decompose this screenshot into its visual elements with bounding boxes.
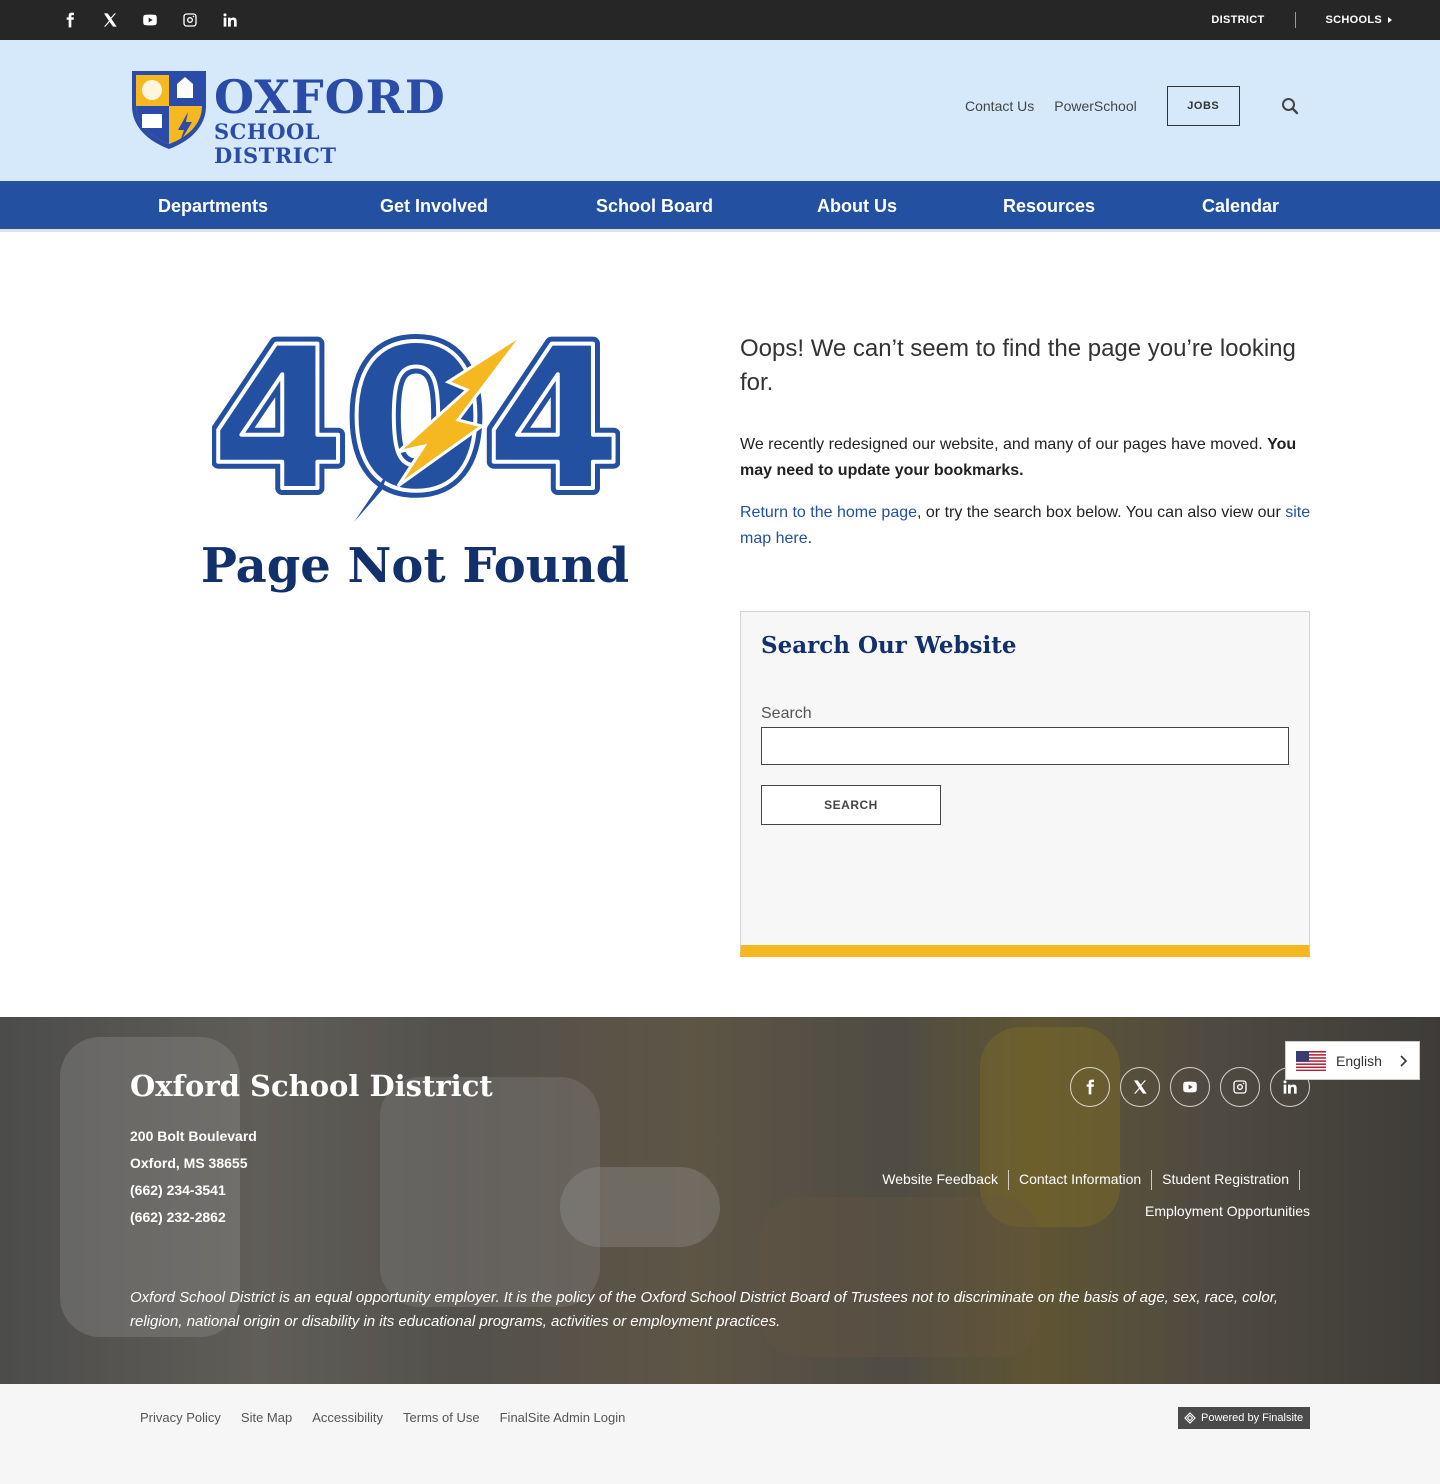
- district-link[interactable]: DISTRICT: [1211, 14, 1264, 26]
- employment-opportunities-link[interactable]: Employment Opportunities: [1145, 1195, 1310, 1227]
- search-label: Search: [761, 705, 812, 722]
- nav-resources[interactable]: Resources: [1003, 181, 1095, 232]
- district-logo[interactable]: OXFORD SCHOOL DISTRICT: [130, 68, 445, 168]
- facebook-icon[interactable]: [58, 8, 82, 32]
- schools-dropdown[interactable]: SCHOOLS: [1325, 14, 1392, 26]
- legal-bar: Privacy Policy Site Map Accessibility Te…: [0, 1384, 1440, 1484]
- x-icon[interactable]: [1120, 1067, 1160, 1107]
- linkedin-icon[interactable]: [218, 8, 242, 32]
- site-footer: Oxford School District 200 Bolt Boulevar…: [0, 1017, 1440, 1384]
- top-links: DISTRICT SCHOOLS: [1211, 0, 1392, 40]
- privacy-policy-link[interactable]: Privacy Policy: [140, 1410, 221, 1425]
- powerschool-link[interactable]: PowerSchool: [1054, 98, 1137, 114]
- footer-links: Website Feedback Contact Information Stude…: [830, 1163, 1310, 1227]
- finalsite-logo-icon: [1184, 1412, 1196, 1424]
- instagram-icon[interactable]: [1220, 1067, 1260, 1107]
- home-page-link[interactable]: Return to the home page: [740, 504, 917, 521]
- logo-wordmark-oxford: OXFORD: [214, 70, 446, 124]
- nav-calendar[interactable]: Calendar: [1202, 181, 1279, 232]
- eoe-disclaimer: Oxford School District is an equal oppor…: [130, 1289, 1279, 1330]
- instagram-icon[interactable]: [178, 8, 202, 32]
- powered-by-finalsite-badge[interactable]: Powered by Finalsite: [1178, 1407, 1310, 1429]
- language-selector[interactable]: English: [1285, 1041, 1420, 1080]
- site-header: OXFORD SCHOOL DISTRICT Contact Us PowerS…: [0, 40, 1440, 181]
- youtube-icon[interactable]: [1170, 1067, 1210, 1107]
- phone-link[interactable]: (662) 234-3541: [130, 1182, 226, 1198]
- contact-us-link[interactable]: Contact Us: [965, 98, 1034, 114]
- header-links: Contact Us PowerSchool JOBS: [965, 86, 1240, 126]
- search-button[interactable]: SEARCH: [761, 785, 941, 825]
- divider: [1299, 1170, 1300, 1191]
- nav-about-us[interactable]: About Us: [817, 181, 897, 232]
- search-title: Search Our Website: [761, 632, 1017, 659]
- us-flag-icon: [1296, 1050, 1326, 1071]
- accessibility-link[interactable]: Accessibility: [312, 1410, 383, 1425]
- nav-departments[interactable]: Departments: [158, 181, 268, 232]
- nav-school-board[interactable]: School Board: [596, 181, 713, 232]
- logo-wordmark-district: SCHOOL DISTRICT: [214, 119, 337, 168]
- help-paragraph: Return to the home page, or try the sear…: [740, 500, 1312, 552]
- footer-social-links: [1070, 1067, 1320, 1107]
- top-social-links: [58, 0, 258, 40]
- powered-by-text: Powered by Finalsite: [1201, 1412, 1304, 1424]
- address-line2: Oxford, MS 38655: [130, 1155, 248, 1171]
- divider: [1007, 1170, 1009, 1191]
- divider: [1294, 12, 1296, 28]
- main-navigation: Departments Get Involved School Board Ab…: [0, 181, 1440, 232]
- student-registration-link[interactable]: Student Registration: [1162, 1163, 1289, 1195]
- nav-get-involved[interactable]: Get Involved: [380, 181, 488, 232]
- search-input[interactable]: [761, 727, 1289, 765]
- fax-number: (662) 232-2862: [130, 1209, 226, 1225]
- footer-title: Oxford School District: [130, 1069, 493, 1103]
- site-map-link[interactable]: Site Map: [241, 1410, 292, 1425]
- search-panel: Search Our Website Search SEARCH: [740, 611, 1310, 957]
- caret-right-icon: [1388, 17, 1392, 24]
- lead-message: Oops! We can’t seem to find the page you…: [740, 335, 1296, 396]
- divider: [1151, 1170, 1153, 1191]
- 404-illustration: 404 404: [202, 297, 629, 542]
- language-name: English: [1336, 1052, 1382, 1069]
- footer-address: 200 Bolt Boulevard Oxford, MS 38655 (662…: [130, 1123, 257, 1231]
- page-title: Page Not Found: [200, 538, 630, 594]
- redesign-text: We recently redesigned our website, and …: [740, 436, 1268, 453]
- jobs-button[interactable]: JOBS: [1166, 86, 1240, 126]
- schools-label: SCHOOLS: [1325, 14, 1382, 26]
- 404-graphic: 404 404: [202, 297, 629, 542]
- legal-links: Privacy Policy Site Map Accessibility Te…: [140, 1410, 645, 1425]
- contact-information-link[interactable]: Contact Information: [1019, 1163, 1141, 1195]
- youtube-icon[interactable]: [138, 8, 162, 32]
- search-icon[interactable]: [1280, 96, 1300, 116]
- terms-of-use-link[interactable]: Terms of Use: [403, 1410, 480, 1425]
- crest-icon: [132, 71, 206, 149]
- help-text: , or try the search box below. You can a…: [917, 504, 1286, 521]
- redesign-note: We recently redesigned our website, and …: [740, 432, 1312, 484]
- x-icon[interactable]: [98, 8, 122, 32]
- error-message: Oops! We can’t seem to find the page you…: [740, 332, 1312, 552]
- 404-graphic-text-inner: 404: [212, 330, 620, 530]
- chevron-right-icon: [1400, 1054, 1408, 1067]
- top-utility-bar: DISTRICT SCHOOLS: [0, 0, 1440, 40]
- facebook-icon[interactable]: [1070, 1067, 1110, 1107]
- help-end: .: [807, 530, 813, 547]
- finalsite-admin-login-link[interactable]: FinalSite Admin Login: [500, 1410, 626, 1425]
- website-feedback-link[interactable]: Website Feedback: [882, 1163, 998, 1195]
- address-line1: 200 Bolt Boulevard: [130, 1128, 257, 1144]
